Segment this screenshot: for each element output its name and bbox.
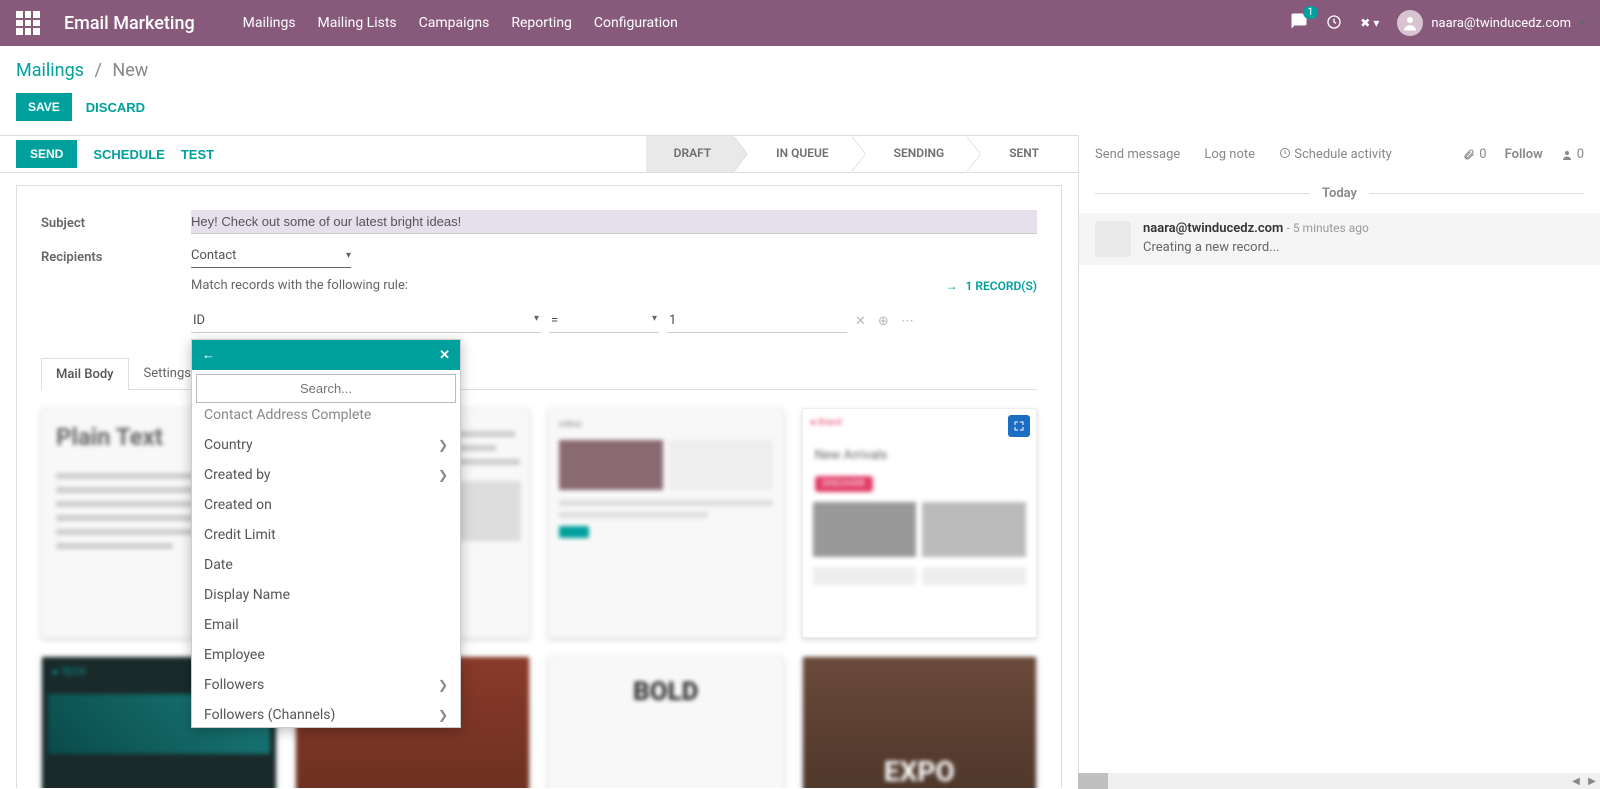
top-navbar: Email Marketing Mailings Mailing Lists C… [0,0,1600,46]
status-row: SEND SCHEDULE TEST DRAFT IN QUEUE SENDIN… [0,135,1078,173]
topnav-right: 1 ✖ ▾ naara@twinducedz.com ▾ [1290,10,1584,36]
save-row: SAVE DISCARD [0,87,1600,135]
match-label: Match records with the following rule: [191,278,408,293]
schedule-button[interactable]: SCHEDULE [93,147,165,162]
caret-down-icon: ▾ [534,313,539,328]
send-message-button[interactable]: Send message [1095,147,1180,162]
status-chain: DRAFT IN QUEUE SENDING SENT [646,136,1062,172]
filter-row: ID ▾ = ▾ 1 ✕ ⊕ [191,309,1037,333]
user-label: naara@twinducedz.com [1431,16,1571,31]
nav-mailings[interactable]: Mailings [243,15,296,31]
dropdown-item-date[interactable]: Date [192,550,460,580]
breadcrumb-sep: / [94,60,101,81]
scrollbar-horizontal[interactable]: ◀▶ [1078,773,1600,789]
subject-label: Subject [41,210,191,231]
filter-field-value: ID [193,313,205,328]
caret-down-icon: ▾ [346,250,351,261]
template-expo[interactable]: EXPO [802,656,1038,788]
debug-icon[interactable]: ✖ ▾ [1360,16,1379,30]
nav-mailing-lists[interactable]: Mailing Lists [318,15,397,31]
filter-field-select[interactable]: ID ▾ [191,309,541,333]
tab-mail-body[interactable]: Mail Body [41,358,129,390]
attachments-button[interactable]: 0 [1463,147,1486,162]
recipients-value: Contact [191,248,236,263]
chat-badge-count: 1 [1303,6,1319,19]
dropdown-item-truncated[interactable]: Contact Address Complete [192,407,460,430]
chatter-actions: Send message Log note Schedule activity … [1079,135,1600,174]
chat-icon[interactable]: 1 [1290,12,1308,34]
add-rule-icon[interactable]: ⊕ [878,314,889,329]
filter-value: 1 [669,313,676,328]
template-new-arrivals[interactable]: ● Brand New Arrivals DISCOVER [802,408,1038,638]
chatter-message[interactable]: naara@twinducedz.com - 5 minutes ago Cre… [1079,213,1600,265]
chevron-right-icon: ❯ [438,678,448,692]
dropdown-item-created-by[interactable]: Created by❯ [192,460,460,490]
template-newsletter[interactable]: odoo [548,408,784,638]
user-menu[interactable]: naara@twinducedz.com ▾ [1397,10,1584,36]
dropdown-close-icon[interactable]: ✕ [439,348,450,363]
caret-down-icon: ▾ [652,313,657,328]
more-rule-icon[interactable]: ⋯ [901,314,914,329]
filter-operator-select[interactable]: = ▾ [549,309,659,333]
main-column: SEND SCHEDULE TEST DRAFT IN QUEUE SENDIN… [0,135,1078,788]
dropdown-list[interactable]: Contact Address Complete Country❯ Create… [192,407,460,727]
schedule-activity-button[interactable]: Schedule activity [1279,147,1392,162]
nav-links: Mailings Mailing Lists Campaigns Reporti… [243,15,678,31]
status-in-queue[interactable]: IN QUEUE [748,136,852,172]
test-button[interactable]: TEST [181,147,214,162]
status-sent[interactable]: SENT [981,136,1062,172]
send-button[interactable]: SEND [16,140,77,168]
message-avatar [1095,221,1131,257]
nav-reporting[interactable]: Reporting [511,15,572,31]
dropdown-item-followers[interactable]: Followers❯ [192,670,460,700]
breadcrumb-link[interactable]: Mailings [16,60,84,81]
dropdown-item-display-name[interactable]: Display Name [192,580,460,610]
app-brand[interactable]: Email Marketing [64,13,195,34]
records-count: 1 RECORD(S) [966,279,1038,293]
message-author: naara@twinducedz.com [1143,221,1283,236]
dropdown-item-email[interactable]: Email [192,610,460,640]
status-sending[interactable]: SENDING [866,136,968,172]
dropdown-item-credit-limit[interactable]: Credit Limit [192,520,460,550]
follow-button[interactable]: Follow [1505,147,1543,162]
chevron-right-icon: ❯ [438,468,448,482]
dropdown-search-input[interactable] [196,374,456,403]
dropdown-item-country[interactable]: Country❯ [192,430,460,460]
clock-icon[interactable] [1326,14,1342,33]
nav-campaigns[interactable]: Campaigns [419,15,490,31]
status-draft[interactable]: DRAFT [646,136,735,172]
avatar [1397,10,1423,36]
delete-rule-icon[interactable]: ✕ [855,314,866,329]
discard-button[interactable]: DISCARD [86,100,145,115]
chatter-panel: Send message Log note Schedule activity … [1078,135,1600,788]
records-link[interactable]: → 1 RECORD(S) [946,279,1038,293]
breadcrumb-current: New [112,60,148,81]
arrow-right-icon: → [946,279,958,293]
save-button[interactable]: SAVE [16,93,72,121]
nav-configuration[interactable]: Configuration [594,15,678,31]
subject-input[interactable] [191,210,1037,234]
dropdown-item-created-on[interactable]: Created on [192,490,460,520]
filter-operator-value: = [551,313,558,328]
followers-button[interactable]: 0 [1561,147,1584,162]
today-divider: Today [1095,186,1584,201]
caret-down-icon: ▾ [1579,18,1584,29]
dropdown-item-employee[interactable]: Employee [192,640,460,670]
log-note-button[interactable]: Log note [1204,147,1255,162]
apps-icon[interactable] [16,11,40,35]
chevron-right-icon: ❯ [438,708,448,722]
breadcrumb: Mailings / New [0,46,1600,87]
template-bold[interactable]: BOLD [548,656,784,788]
recipients-select[interactable]: Contact ▾ [191,244,351,268]
message-text: Creating a new record... [1143,240,1369,255]
chevron-right-icon: ❯ [438,438,448,452]
form-sheet: Subject Recipients Contact ▾ Match recor… [16,185,1062,788]
field-dropdown: ← ✕ Contact Address Complete Country❯ [191,339,461,728]
message-time: - 5 minutes ago [1287,221,1369,235]
dropdown-back-icon[interactable]: ← [202,347,215,363]
dropdown-item-followers-channels[interactable]: Followers (Channels)❯ [192,700,460,727]
recipients-label: Recipients [41,244,191,265]
filter-value-input[interactable]: 1 [667,309,847,333]
